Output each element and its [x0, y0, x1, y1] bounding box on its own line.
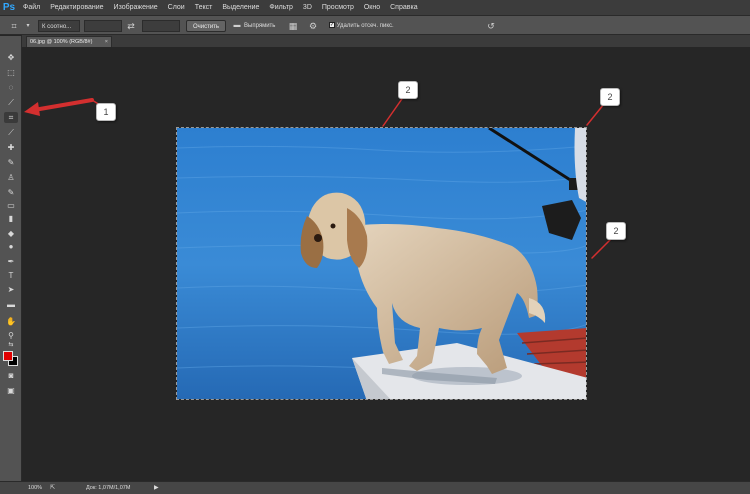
gear-icon[interactable]: ⚙: [307, 20, 319, 32]
height-field[interactable]: [142, 20, 180, 32]
close-icon[interactable]: ×: [105, 37, 108, 47]
dodge-tool-icon[interactable]: ●: [4, 241, 18, 252]
document-tab[interactable]: 06.jpg @ 100% (RGB/8#) ×: [26, 36, 112, 47]
chevron-down-icon[interactable]: ▾: [24, 20, 32, 32]
type-tool-icon[interactable]: T: [4, 270, 18, 281]
hand-tool-icon[interactable]: ✋: [4, 316, 18, 327]
menu-type[interactable]: Текст: [190, 0, 218, 15]
swap-icon[interactable]: ⇄: [125, 20, 137, 32]
callout-2-side: 2: [606, 222, 626, 240]
marquee-tool-icon[interactable]: ⬚: [4, 67, 18, 78]
foreground-color-swatch[interactable]: [3, 351, 13, 361]
straighten-icon[interactable]: ▬: [231, 20, 243, 32]
move-tool-icon[interactable]: ✥: [4, 52, 18, 63]
ratio-select[interactable]: К соотно...: [38, 20, 80, 32]
healing-brush-tool-icon[interactable]: ✚: [4, 142, 18, 153]
eraser-tool-icon[interactable]: ▭: [4, 200, 18, 211]
lasso-tool-icon[interactable]: ◌: [4, 82, 18, 93]
menu-bar: Ps Файл Редактирование Изображение Слои …: [0, 0, 750, 15]
menu-view[interactable]: Просмотр: [317, 0, 359, 15]
blur-tool-icon[interactable]: ◆: [4, 228, 18, 239]
callout-1: 1: [96, 103, 116, 121]
document-tab-label: 06.jpg @ 100% (RGB/8#): [30, 39, 93, 45]
menu-layers[interactable]: Слои: [163, 0, 190, 15]
zoom-level[interactable]: 100%: [28, 484, 42, 493]
menu-3d[interactable]: 3D: [298, 0, 317, 15]
export-icon[interactable]: ⇱: [50, 484, 55, 493]
menu-file[interactable]: Файл: [18, 0, 45, 15]
history-brush-tool-icon[interactable]: ✎: [4, 187, 18, 198]
menu-image[interactable]: Изображение: [109, 0, 163, 15]
document-image[interactable]: [176, 127, 587, 400]
menu-help[interactable]: Справка: [385, 0, 422, 15]
callout-2-top: 2: [398, 81, 418, 99]
crop-icon[interactable]: ⌗: [8, 20, 20, 32]
brush-tool-icon[interactable]: ✎: [4, 157, 18, 168]
gradient-tool-icon[interactable]: ▮: [4, 213, 18, 224]
document-tab-bar: 06.jpg @ 100% (RGB/8#) ×: [22, 35, 750, 47]
callout-2-right: 2: [600, 88, 620, 106]
grid-overlay-icon[interactable]: ▦: [287, 20, 299, 32]
menu-edit[interactable]: Редактирование: [45, 0, 108, 15]
quick-select-tool-icon[interactable]: ⟋: [4, 97, 18, 108]
screen-mode-icon[interactable]: ▣: [4, 385, 18, 396]
straighten-label[interactable]: Выпрямить: [244, 20, 280, 32]
ps-logo[interactable]: Ps: [0, 0, 18, 15]
delete-pixels-checkbox[interactable]: ✓ Удалить отсеч. пикс.: [329, 20, 429, 32]
crop-tool-icon[interactable]: ⌗: [4, 112, 18, 123]
play-arrow-icon[interactable]: ▶: [154, 484, 159, 493]
menu-select[interactable]: Выделение: [217, 0, 264, 15]
stamp-tool-icon[interactable]: ♙: [4, 172, 18, 183]
status-bar: 100% ⇱ Док: 1,07М/1,07М ▶: [0, 481, 750, 494]
quick-mask-icon[interactable]: ◙: [4, 370, 18, 381]
menu-filter[interactable]: Фильтр: [264, 0, 298, 15]
doc-size: Док: 1,07М/1,07М: [86, 485, 131, 491]
options-bar: ⌗ ▾ К соотно... ⇄ Очистить ▬ Выпрямить ▦…: [0, 15, 750, 35]
ratio-select-value: К соотно...: [42, 24, 72, 30]
shape-tool-icon[interactable]: ▬: [4, 299, 18, 310]
photo-dog-on-pier: [177, 128, 586, 399]
delete-pixels-label: Удалить отсеч. пикс.: [336, 23, 394, 29]
eyedropper-tool-icon[interactable]: ⟋: [4, 127, 18, 138]
menu-window[interactable]: Окно: [359, 0, 385, 15]
reset-icon[interactable]: ↺: [485, 20, 497, 32]
tools-panel: ✥ ⬚ ◌ ⟋ ⌗ ⟋ ✚ ✎ ♙ ✎ ▭ ▮ ◆ ● ✒ T ➤ ▬ ✋ ⚲ …: [0, 36, 22, 481]
width-field[interactable]: [84, 20, 122, 32]
path-select-tool-icon[interactable]: ➤: [4, 284, 18, 295]
clear-button[interactable]: Очистить: [186, 20, 226, 32]
swap-colors-icon[interactable]: ⇆: [4, 340, 18, 351]
checkbox-checked-icon: ✓: [329, 22, 335, 29]
pen-tool-icon[interactable]: ✒: [4, 256, 18, 267]
